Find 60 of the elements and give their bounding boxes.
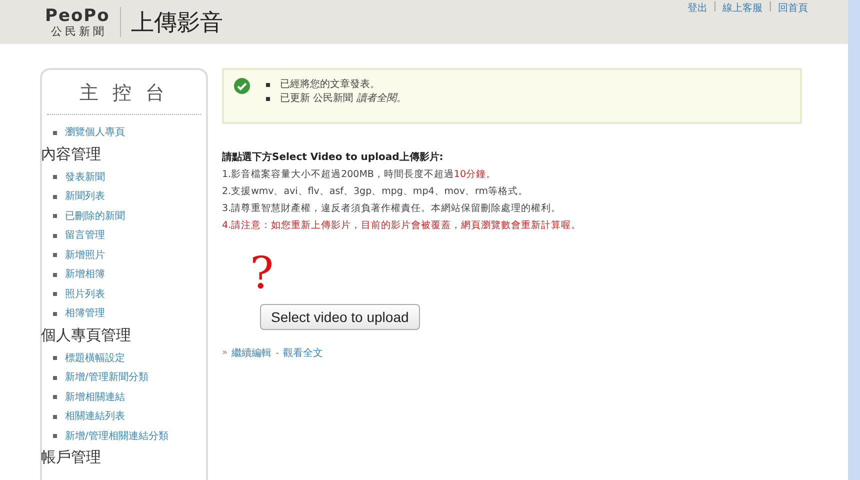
logo-character: 公 [50, 24, 62, 38]
sidebar-link[interactable]: 相簿管理 [65, 304, 105, 324]
bullet-icon [53, 292, 57, 296]
sidebar-link[interactable]: 新增/管理相關連結分類 [65, 426, 168, 446]
bullet-icon [266, 83, 270, 87]
sidebar-link[interactable]: 瀏覽個人專頁 [65, 123, 125, 142]
instruction-heading: 請點選下方Select Video to upload上傳影片: [222, 150, 444, 165]
section-heading: 個人專頁管理 [41, 326, 132, 344]
upload-button[interactable]: Select video to upload [260, 304, 420, 330]
bullet-icon [53, 130, 57, 135]
notice-message: 已更新 公民新聞 讀者全閱。 [280, 92, 406, 106]
instruction-line: 4.請注意：如您重新上傳影片，目前的影片會被覆蓋，網頁瀏覽數會重新計算喔。 [222, 219, 582, 233]
logo-character: 聞 [92, 24, 104, 38]
sidebar-link[interactable]: 照片列表 [65, 284, 105, 304]
header-link[interactable]: 回首頁 [778, 1, 808, 15]
bullet-icon [53, 395, 57, 400]
bullet-icon [53, 356, 57, 360]
scrollbar[interactable] [848, 0, 860, 480]
sidebar-link[interactable]: 新聞列表 [65, 187, 105, 206]
missing-plugin-mark: ? [250, 250, 274, 298]
sidebar-link[interactable]: 新增相簿 [65, 265, 105, 284]
logo-character: 新 [78, 24, 90, 38]
link-separator: - [276, 348, 280, 358]
footer-link[interactable]: 觀看全文 [283, 346, 324, 360]
check-icon [234, 78, 250, 94]
instruction-line: 2.支援wmv、avi、flv、asf、3gp、mpg、mp4、mov、rm等格式。 [222, 185, 529, 199]
bullet-icon [53, 194, 57, 199]
sidebar-link[interactable]: 相關連結列表 [65, 407, 125, 426]
instruction-line: 1.影音檔案容量大小不超過200MB，時間長度不超過10分鐘。 [222, 168, 498, 182]
notice-message: 已經將您的文章發表。 [280, 78, 380, 92]
sidebar-link[interactable]: 已刪除的新聞 [65, 206, 125, 226]
bullet-icon [53, 175, 57, 180]
logo-character: 民 [64, 24, 76, 38]
sidebar-title: 主 控 台 [47, 74, 201, 115]
header-link[interactable]: 線上客服 [722, 1, 763, 15]
bullet-icon [266, 97, 270, 101]
bullet-icon [53, 414, 57, 419]
bullet-icon [53, 272, 57, 277]
arrow-icon: » [222, 348, 228, 358]
section-heading: 內容管理 [41, 144, 102, 164]
page-title: 上傳影音 [130, 8, 223, 38]
sidebar-link[interactable]: 留言管理 [65, 226, 105, 246]
bullet-icon [53, 376, 57, 380]
instruction-line: 3.請尊重智慧財產權，違反者須負著作權責任。本網站保留刪除處理的權利。 [222, 202, 562, 216]
section-heading: 帳戶管理 [41, 448, 102, 467]
sidebar-link[interactable]: 標題橫幅設定 [65, 348, 125, 368]
footer-link[interactable]: 繼續編輯 [232, 346, 272, 360]
logo-text: PeoPo [45, 6, 110, 24]
sidebar-link[interactable]: 發表新聞 [65, 168, 105, 187]
bullet-icon [53, 253, 57, 258]
link-separator: | [768, 1, 772, 14]
link-separator: | [713, 1, 717, 14]
bullet-icon [53, 434, 57, 438]
bullet-icon [53, 312, 57, 316]
sidebar-link[interactable]: 新增/管理新聞分類 [65, 368, 148, 388]
header-link[interactable]: 登出 [687, 1, 708, 15]
bullet-icon [53, 234, 57, 238]
bullet-icon [53, 214, 57, 218]
sidebar-link[interactable]: 新增照片 [65, 246, 105, 265]
sidebar-link[interactable]: 新增相關連結 [65, 388, 125, 407]
